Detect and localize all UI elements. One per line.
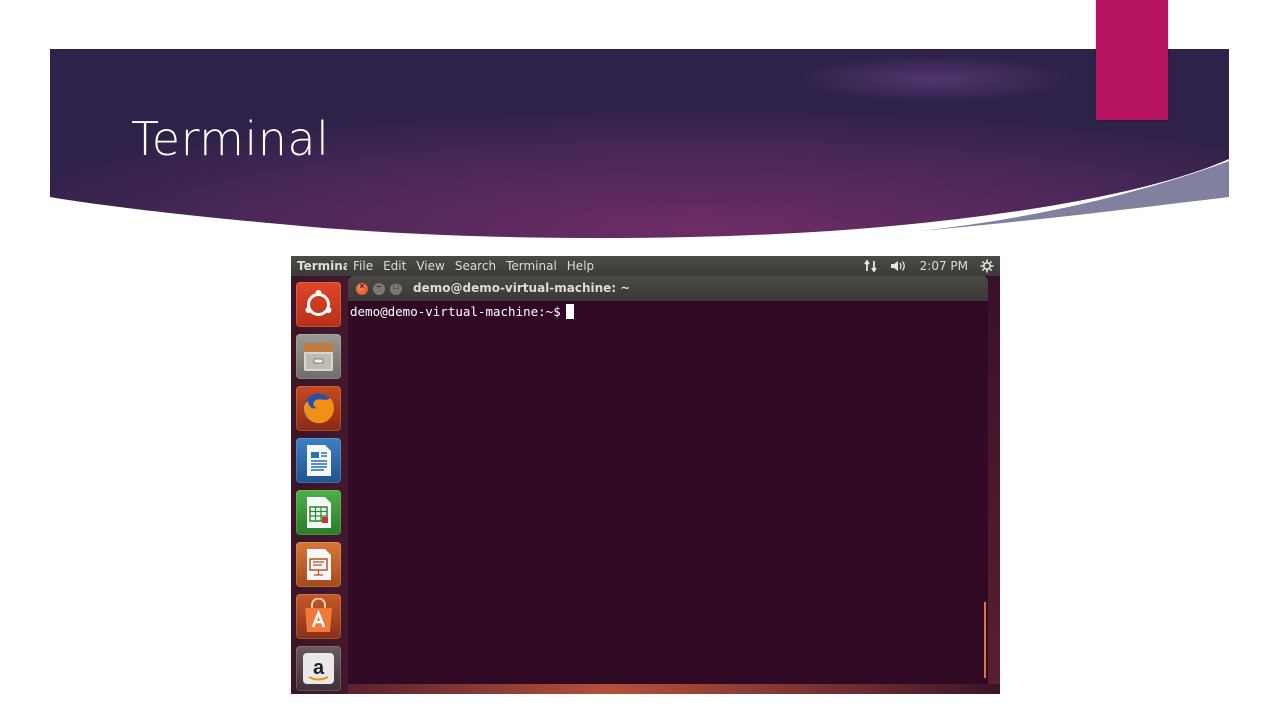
app-name-label: Terminal — [297, 259, 347, 273]
minimize-icon: – — [376, 281, 382, 291]
unity-launcher: a — [291, 276, 348, 694]
shell-prompt: demo@demo-virtual-machine:~$ — [350, 304, 561, 319]
maximize-icon: □ — [393, 281, 399, 291]
desktop-edge — [988, 276, 1000, 694]
launcher-impress[interactable] — [296, 542, 341, 587]
maximize-button[interactable]: □ — [390, 281, 402, 295]
writer-icon — [307, 445, 331, 476]
text-cursor — [565, 304, 574, 319]
network-icon[interactable] — [863, 260, 878, 272]
launcher-calc[interactable] — [296, 490, 341, 535]
firefox-icon — [303, 393, 334, 424]
menu-view[interactable]: View — [411, 259, 449, 273]
launcher-writer[interactable] — [296, 438, 341, 483]
launcher-amazon[interactable]: a — [296, 646, 341, 691]
menu-search[interactable]: Search — [450, 259, 501, 273]
terminal-window: × – □ demo@demo-virtual-machine: ~ demo@… — [348, 276, 988, 688]
volume-icon[interactable] — [890, 260, 908, 272]
impress-icon — [307, 549, 331, 580]
software-center-icon — [305, 598, 332, 632]
system-tray: 2:07 PM — [863, 256, 994, 276]
launcher-dash[interactable] — [296, 282, 341, 327]
window-title: demo@demo-virtual-machine: ~ — [413, 281, 631, 295]
svg-text:a: a — [313, 657, 325, 679]
clock[interactable]: 2:07 PM — [920, 259, 968, 273]
close-icon: × — [359, 281, 365, 291]
minimize-button[interactable]: – — [373, 281, 385, 295]
menu-terminal[interactable]: Terminal — [501, 259, 562, 273]
accent-tab — [1096, 0, 1168, 120]
menu-edit[interactable]: Edit — [378, 259, 411, 273]
terminal-body[interactable]: demo@demo-virtual-machine:~$ — [348, 301, 988, 688]
window-titlebar[interactable]: × – □ demo@demo-virtual-machine: ~ — [348, 276, 988, 301]
files-icon — [304, 343, 333, 371]
gear-icon[interactable] — [980, 259, 994, 273]
launcher-files[interactable] — [296, 334, 341, 379]
menu-bar: File Edit View Search Terminal Help — [347, 259, 599, 273]
launcher-firefox[interactable] — [296, 386, 341, 431]
menu-help[interactable]: Help — [562, 259, 599, 273]
close-button[interactable]: × — [356, 281, 368, 295]
ubuntu-screenshot: Terminal File Edit View Search Terminal … — [291, 256, 1000, 694]
amazon-icon: a — [303, 653, 334, 684]
desktop-bottom-edge — [348, 684, 1000, 694]
menu-file[interactable]: File — [347, 259, 378, 273]
calc-icon — [307, 497, 331, 528]
launcher-software-center[interactable] — [296, 594, 341, 639]
top-panel: Terminal File Edit View Search Terminal … — [291, 256, 1000, 276]
shell-prompt-line: demo@demo-virtual-machine:~$ — [350, 304, 574, 319]
scroll-indicator[interactable] — [984, 602, 986, 678]
dash-icon — [305, 290, 332, 316]
slide-title: Terminal — [131, 112, 330, 166]
